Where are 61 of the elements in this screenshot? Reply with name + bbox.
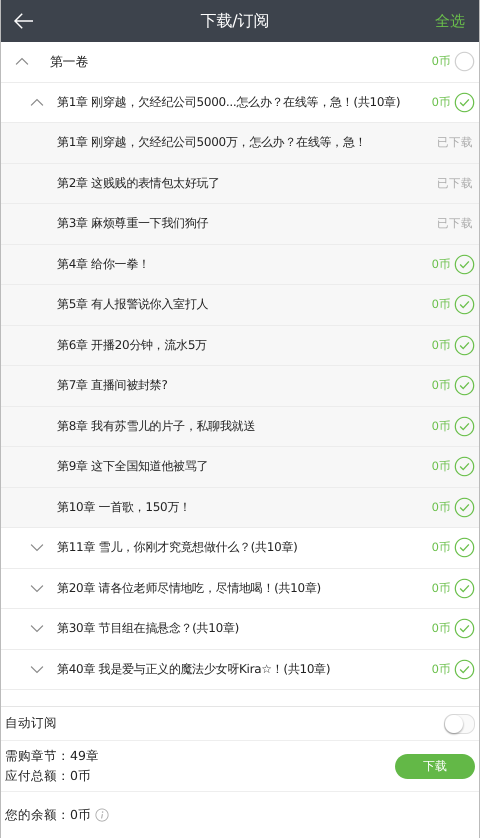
checked-circle-icon[interactable] [454,456,475,478]
chapter-title: 第8章 我有苏雪儿的片子，私聊我就送 [57,418,256,435]
chapter-title: 第2章 这贱贱的表情包太好玩了 [57,174,221,192]
volume-title: 第一卷 [50,54,90,71]
coin-price: 0币 [432,94,451,110]
chapter-title: 第5章 有人报警说你入室打人 [57,296,210,314]
auto-subscribe-label: 自动订阅 [5,715,57,732]
chapter-group-title: 第1章 刚穿越，欠经纪公司5000...怎么办？在线等，急！(共10章) [57,94,402,111]
chapter-title: 第10章 一首歌，150万！ [57,498,192,516]
chapter-title: 第3章 麻烦尊重一下我们狗仔 [57,215,210,232]
chapter-group-title: 第30章 节目组在搞悬念？(共10章) [57,620,240,638]
checked-circle-icon[interactable] [454,254,475,275]
checked-circle-icon[interactable] [454,537,475,558]
chapter-group-title: 第20章 请各位老师尽情地吃，尽情地喝！(共10章) [57,580,322,597]
expand-caret-icon[interactable] [29,542,45,554]
collapse-caret-icon[interactable] [14,56,30,68]
coin-price: 0币 [432,540,451,556]
coin-price: 0币 [432,621,451,636]
coin-price: 0币 [432,459,451,474]
chapter-title: 第1章 刚穿越，欠经纪公司5000万，怎么办？在线等，急！ [57,134,368,152]
checked-circle-icon[interactable] [454,375,475,396]
chapters-needed-text: 需购章节：49章 [5,748,99,764]
chapter-group-title: 第40章 我是爱与正义的魔法少女呀Kira☆！(共10章) [57,660,332,678]
collapse-caret-icon[interactable] [29,96,45,108]
chapter-title: 第6章 开播20分钟，流水5万 [57,336,208,354]
coin-price: 0币 [432,580,451,596]
downloaded-status: 已下载 [437,176,474,191]
coin-price: 0币 [432,378,451,394]
expand-caret-icon[interactable] [29,623,45,634]
checked-circle-icon[interactable] [454,294,475,316]
coin-price: 0币 [432,256,451,272]
balance-text: 您的余额：0币 [5,806,91,824]
download-button[interactable]: 下载 [395,754,475,778]
checked-circle-icon[interactable] [454,658,475,680]
empty-circle-icon[interactable] [454,51,475,72]
checked-circle-icon[interactable] [454,92,475,113]
downloaded-status: 已下载 [437,216,474,232]
checked-circle-icon[interactable] [454,618,475,640]
chapter-title: 第9章 这下全国知道他被骂了 [57,458,210,476]
checked-circle-icon[interactable] [454,334,475,356]
chapter-title: 第7章 直播间被封禁? [57,377,169,394]
coin-price: 0币 [432,338,451,353]
checked-circle-icon[interactable] [454,416,475,437]
total-amount-text: 应付总额：0币 [5,768,92,784]
coin-price: 0币 [432,418,451,434]
checked-circle-icon[interactable] [454,578,475,599]
page-title: 下载/订阅 [199,10,271,32]
select-all-link[interactable]: 全选 [435,12,465,30]
expand-caret-icon[interactable] [29,664,45,675]
chapter-title: 第4章 给你一拳！ [57,256,151,273]
coin-price: 0币 [432,297,451,312]
coin-price: 0币 [432,500,451,515]
checked-circle-icon[interactable] [454,496,475,518]
auto-subscribe-toggle[interactable] [444,714,475,734]
coin-price: 0币 [432,54,451,70]
coin-price: 0币 [432,662,451,677]
info-icon[interactable] [94,808,109,822]
chapter-group-title: 第11章 雪儿，你刚才究竟想做什么？(共10章) [57,539,299,556]
downloaded-status: 已下载 [437,135,474,150]
expand-caret-icon[interactable] [29,582,45,594]
back-arrow-icon[interactable] [13,12,35,30]
